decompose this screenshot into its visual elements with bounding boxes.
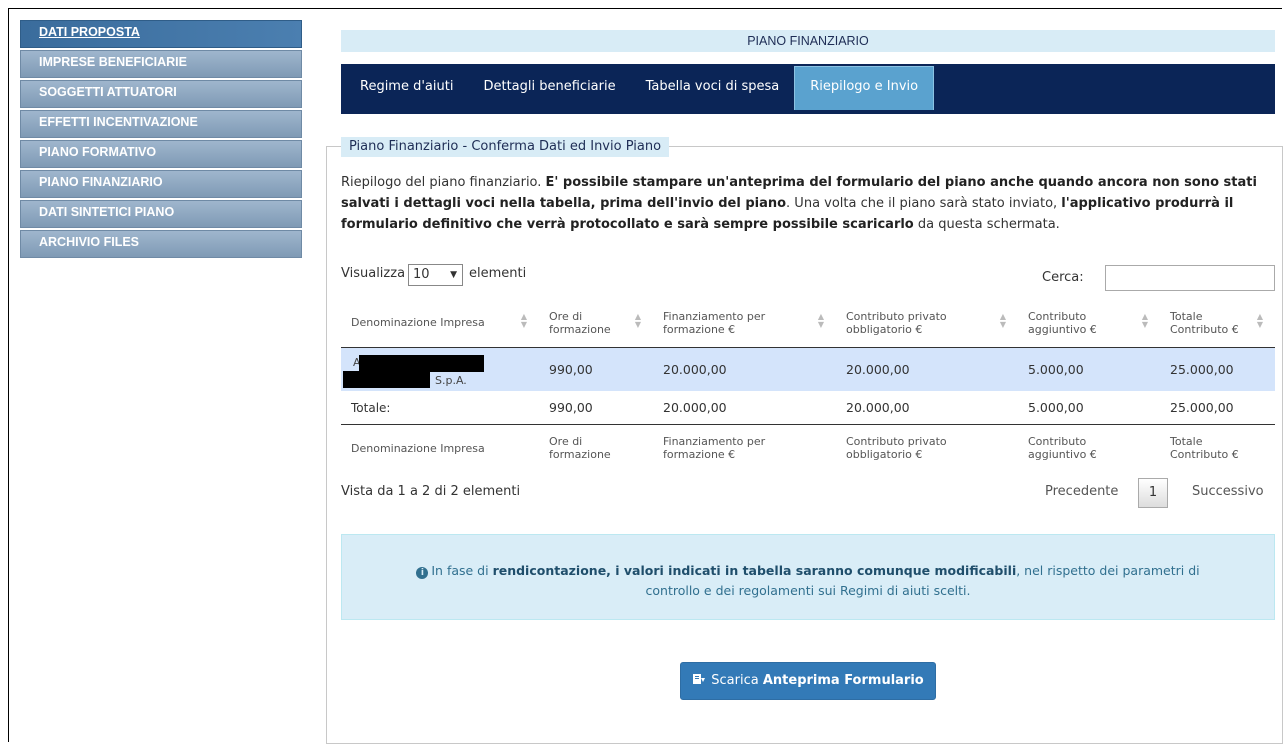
sidebar-item-soggetti-attuatori[interactable]: SOGGETTI ATTUATORI (20, 80, 302, 108)
search-input[interactable] (1105, 265, 1275, 291)
download-icon (692, 664, 706, 684)
footer-denominazione: Denominazione Impresa (351, 441, 485, 455)
chevron-down-icon: ▼ (450, 270, 457, 280)
sort-icon: ▲ ▼ (1256, 312, 1263, 329)
cell-contributo-privato: 20.000,00 (836, 347, 1018, 391)
cell-denominazione: A S.p.A. (341, 347, 539, 391)
tab-regime-aiuti[interactable]: Regime d'aiuti (345, 64, 468, 110)
page-size-select[interactable]: 10 ▼ (408, 264, 463, 286)
footer-contributo-privato: Contributo privato obbligatorio € (846, 435, 947, 461)
tab-riepilogo-invio[interactable]: Riepilogo e Invio (794, 66, 935, 110)
redaction-bar (343, 370, 430, 388)
sort-icon: ▲ ▼ (520, 312, 527, 329)
tab-bar: Regime d'aiuti Dettagli beneficiarie Tab… (341, 64, 1275, 114)
column-header-denominazione[interactable]: Denominazione Impresa ▲ ▼ (341, 298, 539, 348)
sidebar-item-imprese-beneficiarie[interactable]: IMPRESE BENEFICIARIE (20, 50, 302, 78)
sort-icon: ▲ ▼ (634, 312, 641, 329)
table-row[interactable]: A S.p.A. 990,00 20.000,00 20.000,00 5.00… (341, 347, 1275, 391)
main-content: PIANO FINANZIARIO Regime d'aiuti Dettagl… (341, 30, 1275, 114)
sidebar-item-dati-sintetici-piano[interactable]: DATI SINTETICI PIANO (20, 200, 302, 228)
tab-dettagli-beneficiarie[interactable]: Dettagli beneficiarie (468, 64, 630, 110)
entries-label: elementi (469, 266, 527, 281)
show-label: Visualizza (341, 266, 406, 281)
page-title: PIANO FINANZIARIO (341, 30, 1275, 52)
column-header-contributo-aggiuntivo[interactable]: Contributo aggiuntivo € ▲ ▼ (1018, 298, 1160, 348)
company-name: A S.p.A. (343, 352, 529, 388)
sort-icon: ▲ ▼ (817, 312, 824, 329)
column-header-totale[interactable]: Totale Contributo € ▲ ▼ (1160, 298, 1275, 348)
footer-totale: Totale Contributo € (1170, 435, 1239, 461)
total-label: Totale: (341, 391, 539, 425)
intro-text: Riepilogo del piano finanziario. E' poss… (341, 175, 1257, 232)
sidebar-item-effetti-incentivazione[interactable]: EFFETTI INCENTIVAZIONE (20, 110, 302, 138)
cell-ore: 990,00 (539, 347, 653, 391)
tab-tabella-voci-spesa[interactable]: Tabella voci di spesa (631, 64, 795, 110)
financial-table: Denominazione Impresa ▲ ▼ Ore di formazion… (341, 298, 1275, 471)
total-contributo-aggiuntivo: 5.000,00 (1018, 391, 1160, 425)
info-icon: i (416, 567, 429, 579)
sort-icon: ▲ ▼ (999, 312, 1006, 329)
sort-icon: ▲ ▼ (1141, 312, 1148, 329)
sidebar-item-archivio-files[interactable]: ARCHIVIO FILES (20, 230, 302, 258)
column-header-contributo-privato[interactable]: Contributo privato obbligatorio € ▲ ▼ (836, 298, 1018, 348)
sidebar-item-dati-proposta[interactable]: DATI PROPOSTA (20, 20, 302, 48)
redaction-bar (359, 354, 484, 372)
footer-finanziamento: Finanziamento per formazione € (663, 435, 766, 461)
total-contributo-privato: 20.000,00 (836, 391, 1018, 425)
table-controls: Visualizza 10 ▼ elementi Cerca: (341, 264, 1275, 294)
total-ore: 990,00 (539, 391, 653, 425)
pagination-page-1[interactable]: 1 (1138, 478, 1168, 508)
section-legend: Piano Finanziario - Conferma Dati ed Inv… (341, 137, 670, 157)
total-finanziamento: 20.000,00 (653, 391, 836, 425)
column-header-ore[interactable]: Ore di formazione ▲ ▼ (539, 298, 653, 348)
info-alert: i In fase di rendicontazione, i valori in… (341, 534, 1275, 620)
column-header-finanziamento[interactable]: Finanziamento per formazione € ▲ ▼ (653, 298, 836, 348)
total-row: Totale: 990,00 20.000,00 20.000,00 5.000… (341, 391, 1275, 425)
pagination-next[interactable]: Successivo (1192, 484, 1264, 499)
sidebar: DATI PROPOSTA IMPRESE BENEFICIARIE SOGGE… (20, 20, 302, 260)
cell-contributo-aggiuntivo: 5.000,00 (1018, 347, 1160, 391)
cell-totale: 25.000,00 (1160, 347, 1275, 391)
table-info: Vista da 1 a 2 di 2 elementi (341, 484, 521, 499)
footer-contributo-aggiuntivo: Contributo aggiuntivo € (1028, 435, 1097, 461)
download-preview-button[interactable]: Scarica Anteprima Formulario (680, 662, 936, 700)
total-totale: 25.000,00 (1160, 391, 1275, 425)
pagination-prev[interactable]: Precedente (1045, 484, 1118, 499)
search-label: Cerca: (1042, 270, 1084, 285)
footer-ore: Ore di formazione (549, 435, 611, 461)
cell-finanziamento: 20.000,00 (653, 347, 836, 391)
sidebar-item-piano-formativo[interactable]: PIANO FORMATIVO (20, 140, 302, 168)
sidebar-item-piano-finanziario[interactable]: PIANO FINANZIARIO (20, 170, 302, 198)
